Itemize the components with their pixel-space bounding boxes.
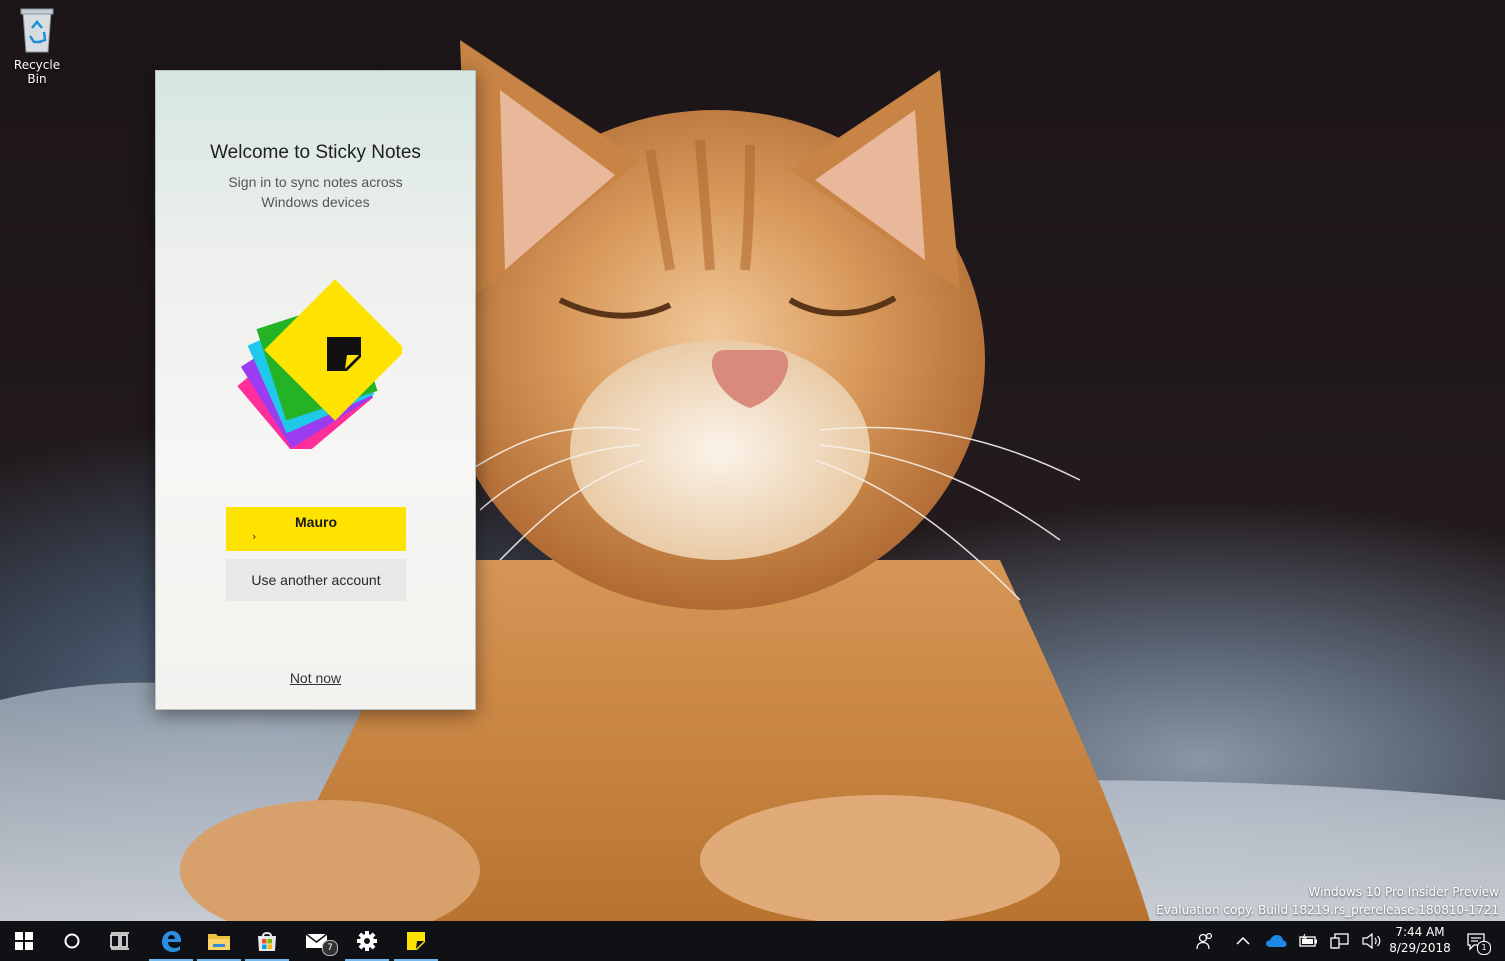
taskbar: 7 7:44 AM 8/29/2018 1 [0,921,1505,961]
taskbar-settings[interactable] [343,921,391,961]
windows-logo-icon [15,932,33,950]
subtitle-line-1: Sign in to sync notes across [228,174,403,190]
chevron-up-icon [1236,936,1250,945]
taskbar-mail[interactable]: 7 [294,921,342,961]
account-name: Mauro [295,514,337,530]
action-center-button[interactable]: 1 [1460,921,1492,961]
start-button[interactable] [0,921,48,961]
taskbar-edge[interactable] [147,921,195,961]
battery-icon [1299,934,1317,947]
taskbar-file-explorer[interactable] [195,921,243,961]
sign-in-account-button[interactable]: Mauro › [226,507,406,551]
build-watermark: Windows 10 Pro Insider Preview Evaluatio… [1156,883,1499,919]
network-icon [1330,933,1349,949]
taskbar-sticky-notes[interactable] [392,921,440,961]
onedrive-icon [1266,935,1287,947]
gear-icon [357,931,377,951]
mail-badge: 7 [322,940,338,956]
edge-icon [162,931,181,952]
cortana-button[interactable] [48,921,96,961]
recycle-bin-label: Recycle Bin [13,58,61,86]
chevron-right-icon: › [252,530,257,543]
people-button[interactable] [1190,921,1220,961]
clock-date: 8/29/2018 [1389,941,1451,955]
not-now-link[interactable]: Not now [290,670,341,686]
not-now-row: Not now [156,670,475,686]
circle-icon [64,933,80,949]
notification-badge: 1 [1477,941,1491,955]
taskbar-store[interactable] [243,921,291,961]
network-tray[interactable] [1326,921,1354,961]
taskbar-clock[interactable]: 7:44 AM 8/29/2018 [1378,924,1462,956]
clock-time: 7:44 AM [1395,925,1445,939]
show-hidden-icons-button[interactable] [1230,921,1256,961]
battery-tray[interactable] [1294,921,1322,961]
recycle-bin-shortcut[interactable]: Recycle Bin [4,6,70,86]
welcome-title: Welcome to Sticky Notes [210,142,421,163]
use-another-account-button[interactable]: Use another account [226,559,406,601]
task-view-button[interactable] [96,921,144,961]
watermark-line-1: Windows 10 Pro Insider Preview [1308,885,1499,899]
task-view-icon [110,932,129,950]
sticky-notes-logo-icon [237,279,402,449]
folder-icon [208,934,230,950]
watermark-line-2: Evaluation copy. Build 18219.rs_prerelea… [1156,903,1499,917]
store-icon [258,932,276,951]
subtitle-line-2: Windows devices [261,194,370,210]
sticky-notes-icon [407,932,425,950]
people-icon [1196,932,1213,950]
welcome-subtitle: Sign in to sync notes across Windows dev… [156,172,475,212]
onedrive-tray[interactable] [1262,921,1290,961]
sticky-notes-signin-window: Welcome to Sticky Notes Sign in to sync … [155,70,476,710]
recycle-bin-icon [20,8,54,53]
